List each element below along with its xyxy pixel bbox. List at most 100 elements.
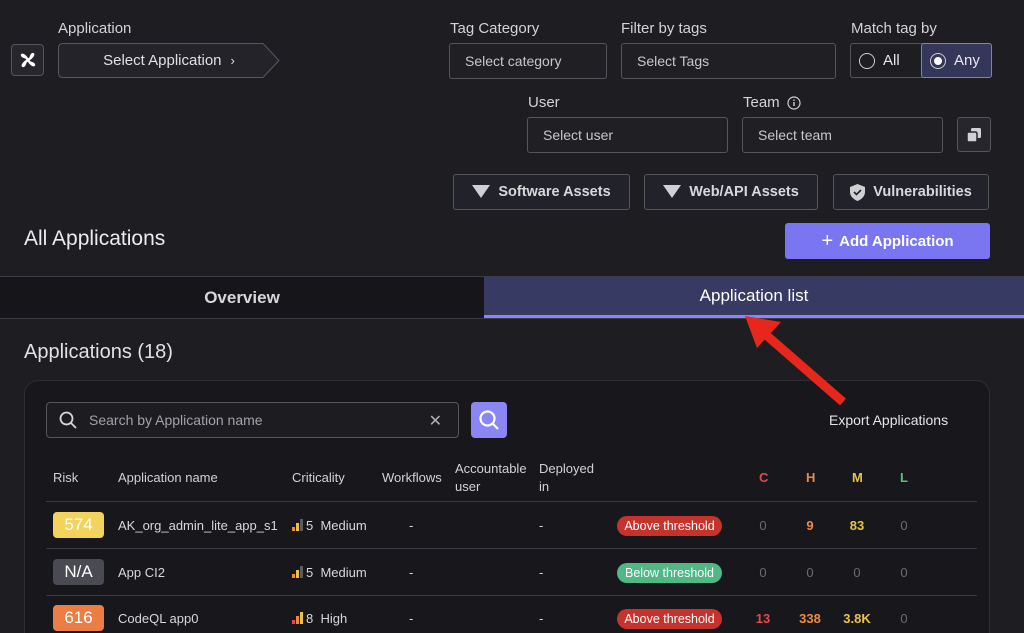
funnel-icon [472, 185, 491, 198]
status-badge: Above threshold [617, 516, 722, 536]
add-application-button[interactable]: + Add Application [785, 223, 990, 259]
vulnerabilities-label: Vulnerabilities [873, 184, 972, 200]
user-placeholder: Select user [543, 127, 614, 143]
search-placeholder: Search by Application name [89, 412, 263, 428]
match-any-radio[interactable]: Any [921, 43, 992, 78]
criticality-number: 8 [306, 611, 314, 626]
high-count: 0 [806, 565, 814, 580]
signal-bars-icon [292, 566, 303, 578]
critical-count: 13 [755, 611, 771, 626]
user-label: User [528, 94, 560, 111]
software-assets-label: Software Assets [498, 184, 611, 200]
annotation-arrow-icon [745, 316, 846, 406]
low-count: 0 [900, 518, 908, 533]
col-critical[interactable]: C [759, 469, 768, 487]
team-label-row: Team [743, 94, 801, 111]
tag-category-placeholder: Select category [465, 53, 562, 69]
search-button[interactable] [471, 402, 507, 438]
status-badge: Below threshold [617, 563, 722, 583]
funnel-icon [663, 185, 682, 198]
col-medium[interactable]: M [852, 469, 863, 487]
vulnerabilities-button[interactable]: Vulnerabilities [833, 174, 989, 210]
application-selector[interactable]: Select Application › [58, 43, 280, 78]
search-input[interactable]: Search by Application name ✕ [46, 402, 459, 438]
col-deployed-line2: in [539, 479, 550, 494]
status-badge: Above threshold [617, 609, 722, 629]
add-application-label: Add Application [839, 232, 954, 250]
filter-tags-placeholder: Select Tags [637, 53, 710, 69]
team-label: Team [743, 94, 780, 111]
deployed-value: - [539, 565, 544, 580]
signal-bars-icon [292, 519, 303, 531]
low-count: 0 [900, 611, 908, 626]
tag-category-select[interactable]: Select category [449, 43, 607, 79]
radio-selected-icon [930, 52, 946, 69]
web-api-assets-button[interactable]: Web/API Assets [644, 174, 818, 210]
criticality: 8 High [292, 611, 347, 626]
view-tabs: Overview Application list [0, 276, 1024, 319]
filter-tags-select[interactable]: Select Tags [621, 43, 836, 79]
team-select[interactable]: Select team [742, 117, 943, 153]
risk-score-badge: 574 [53, 512, 104, 538]
radio-empty-icon [859, 52, 875, 69]
row-divider [46, 501, 977, 502]
web-api-assets-label: Web/API Assets [689, 184, 799, 200]
application-label: Application [58, 20, 132, 37]
match-any-label: Any [954, 52, 980, 69]
criticality-label: Medium [320, 518, 367, 533]
application-name[interactable]: App CI2 [118, 565, 165, 580]
col-risk[interactable]: Risk [53, 469, 78, 487]
deployed-value: - [539, 518, 544, 533]
risk-score-badge: 616 [53, 605, 104, 631]
team-placeholder: Select team [758, 127, 832, 143]
match-all-label: All [883, 52, 900, 69]
col-criticality[interactable]: Criticality [292, 469, 345, 487]
medium-count: 3.8K [843, 611, 871, 626]
section-title: Applications (18) [24, 341, 173, 363]
info-icon[interactable] [787, 95, 801, 110]
deployed-value: - [539, 611, 544, 626]
export-applications-link[interactable]: Export Applications [829, 412, 948, 428]
match-all-radio[interactable]: All [851, 44, 921, 77]
shield-icon [850, 183, 866, 201]
col-accountable-user[interactable]: Accountable user [455, 460, 527, 496]
workflows-value: - [409, 565, 414, 580]
close-icon[interactable]: ✕ [429, 411, 442, 431]
tag-category-label: Tag Category [450, 20, 540, 37]
col-high[interactable]: H [806, 469, 815, 487]
signal-bars-icon [292, 612, 303, 624]
row-divider [46, 595, 977, 596]
high-count: 9 [806, 518, 814, 533]
tab-overview[interactable]: Overview [0, 277, 484, 318]
row-divider [46, 548, 977, 549]
col-application-name[interactable]: Application name [118, 469, 218, 487]
risk-score-badge: N/A [53, 559, 104, 585]
match-tag-radio-group: All Any [850, 43, 992, 78]
col-low[interactable]: L [900, 469, 908, 487]
match-tag-label: Match tag by [851, 20, 937, 37]
col-workflows[interactable]: Workflows [382, 469, 442, 487]
criticality: 5 Medium [292, 518, 367, 533]
app-logo-button[interactable] [11, 44, 44, 76]
low-count: 0 [900, 565, 908, 580]
filter-tags-label: Filter by tags [621, 20, 707, 37]
col-accountable-line2: user [455, 479, 481, 494]
application-name[interactable]: CodeQL app0 [118, 611, 198, 626]
col-deployed-line1: Deployed [539, 461, 594, 476]
medium-count: 83 [849, 518, 865, 533]
software-assets-button[interactable]: Software Assets [453, 174, 630, 210]
application-selector-value: Select Application [103, 52, 222, 69]
chevron-right-icon: › [230, 53, 235, 68]
criticality-number: 5 [306, 565, 314, 580]
criticality-label: High [320, 611, 348, 626]
criticality-label: Medium [320, 565, 367, 580]
criticality: 5 Medium [292, 565, 367, 580]
col-accountable-line1: Accountable [455, 461, 527, 476]
user-select[interactable]: Select user [527, 117, 728, 153]
application-name[interactable]: AK_org_admin_lite_app_s1 [118, 518, 278, 533]
copy-button[interactable] [957, 117, 991, 152]
high-count: 338 [799, 611, 821, 626]
workflows-value: - [409, 518, 414, 533]
col-deployed-in[interactable]: Deployed in [539, 460, 594, 496]
copy-icon [966, 127, 981, 143]
